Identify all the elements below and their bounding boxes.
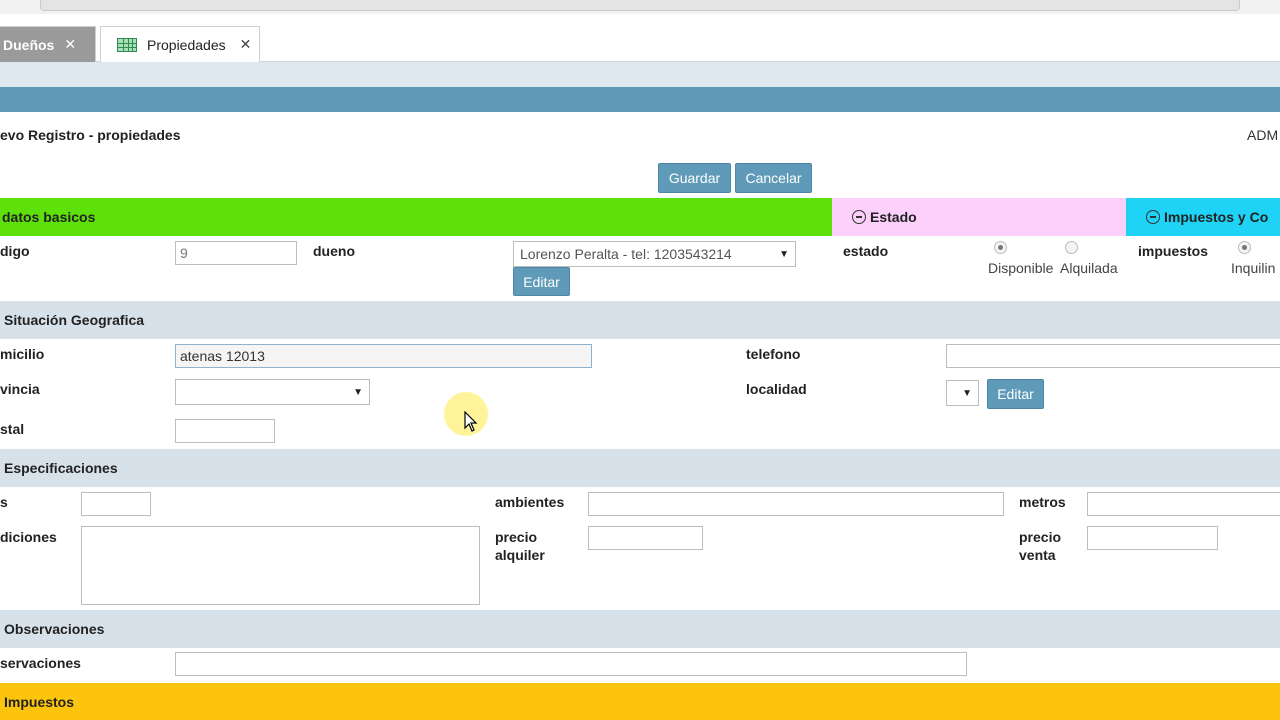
dropdown-arrow-icon: ▼: [962, 388, 972, 399]
tab-duenos[interactable]: Dueños ✕: [0, 26, 96, 62]
condiciones-textarea[interactable]: [81, 526, 480, 605]
user-label: ADM: [1247, 127, 1279, 143]
metros-input[interactable]: [1087, 492, 1280, 516]
estado-label: estado: [843, 243, 889, 259]
section-impuestos[interactable]: Impuestos: [0, 683, 1280, 720]
section-impuestos-label: Impuestos y Co: [1164, 209, 1269, 225]
domicilio-input[interactable]: atenas 12013: [175, 344, 592, 368]
dropdown-arrow-icon: ▼: [353, 387, 363, 398]
radio-alquilada[interactable]: [1065, 241, 1078, 254]
browser-toolbar: [0, 0, 1280, 14]
ambientes-input[interactable]: [588, 492, 1004, 516]
codigo-input[interactable]: 9: [175, 241, 297, 265]
ambientes-label: ambientes: [495, 494, 565, 510]
metros-label: metros: [1019, 494, 1066, 510]
tab-duenos-label: Dueños: [3, 36, 55, 53]
observaciones-label: servaciones: [0, 655, 81, 671]
precio-alquiler-input[interactable]: [588, 526, 703, 550]
option-inquilino-label: Inquilin: [1231, 260, 1276, 276]
section-obs-label: Observaciones: [4, 621, 105, 637]
specs-first-label: s: [0, 494, 8, 510]
page-title: evo Registro - propiedades: [0, 127, 181, 143]
telefono-input[interactable]: [946, 344, 1280, 368]
close-icon[interactable]: ✕: [64, 36, 76, 53]
localidad-select[interactable]: ▼: [946, 380, 979, 406]
specs-first-input[interactable]: [81, 492, 151, 516]
condiciones-label: diciones: [0, 529, 57, 545]
section-datos-basicos-label: datos basicos: [2, 209, 96, 225]
dueno-select-value: Lorenzo Peralta - tel: 1203543214: [520, 246, 732, 262]
precio-venta-input[interactable]: [1087, 526, 1218, 550]
precio-venta-label: precio venta: [1019, 529, 1062, 563]
dueno-label: dueno: [313, 243, 355, 259]
tab-strip: Dueños ✕ Propiedades ✕: [0, 14, 1280, 62]
radio-disponible[interactable]: [994, 241, 1007, 254]
collapse-icon[interactable]: [852, 210, 866, 224]
codigo-label: digo: [0, 243, 30, 259]
save-button[interactable]: Guardar: [658, 163, 731, 193]
section-estado[interactable]: Estado: [832, 198, 1126, 236]
section-estado-label: Estado: [870, 209, 917, 225]
codigo-postal-label: stal: [0, 421, 25, 437]
close-icon[interactable]: ✕: [240, 36, 252, 53]
section-especificaciones[interactable]: Especificaciones: [0, 449, 1280, 487]
domicilio-label: micilio: [0, 346, 45, 362]
mouse-pointer-icon: [464, 411, 478, 432]
dropdown-arrow-icon: ▼: [779, 249, 789, 260]
precio-alquiler-label: precio alquiler: [495, 529, 545, 563]
dueno-select[interactable]: Lorenzo Peralta - tel: 1203543214 ▼: [513, 241, 796, 267]
header-bar: [0, 87, 1280, 112]
section-specs-label: Especificaciones: [4, 460, 118, 476]
option-alquilada-label: Alquilada: [1060, 260, 1118, 276]
collapse-icon[interactable]: [1146, 210, 1160, 224]
section-impuestos-bottom-label: Impuestos: [4, 693, 75, 710]
edit-localidad-button[interactable]: Editar: [987, 379, 1044, 409]
grid-icon: [117, 37, 137, 52]
codigo-postal-input[interactable]: [175, 419, 275, 443]
localidad-label: localidad: [746, 381, 807, 397]
section-geo-label: Situación Geografica: [4, 312, 145, 328]
cancel-button[interactable]: Cancelar: [735, 163, 812, 193]
provincia-label: vincia: [0, 381, 40, 397]
observaciones-input[interactable]: [175, 652, 967, 676]
radio-inquilino[interactable]: [1238, 241, 1251, 254]
edit-dueno-button[interactable]: Editar: [513, 267, 570, 296]
section-impuestos-y-co[interactable]: Impuestos y Co: [1126, 198, 1280, 236]
section-situacion-geografica[interactable]: Situación Geografica: [0, 301, 1280, 339]
tab-propiedades-label: Propiedades: [147, 36, 226, 53]
impuestos-label: impuestos: [1138, 243, 1209, 259]
option-disponible-label: Disponible: [988, 260, 1054, 276]
provincia-select[interactable]: ▼: [175, 379, 370, 405]
tab-propiedades[interactable]: Propiedades ✕: [100, 26, 260, 62]
section-datos-basicos[interactable]: datos basicos: [0, 198, 832, 236]
section-observaciones[interactable]: Observaciones: [0, 610, 1280, 648]
header-strip: [0, 62, 1280, 87]
telefono-label: telefono: [746, 346, 801, 362]
address-bar[interactable]: [40, 0, 1240, 11]
